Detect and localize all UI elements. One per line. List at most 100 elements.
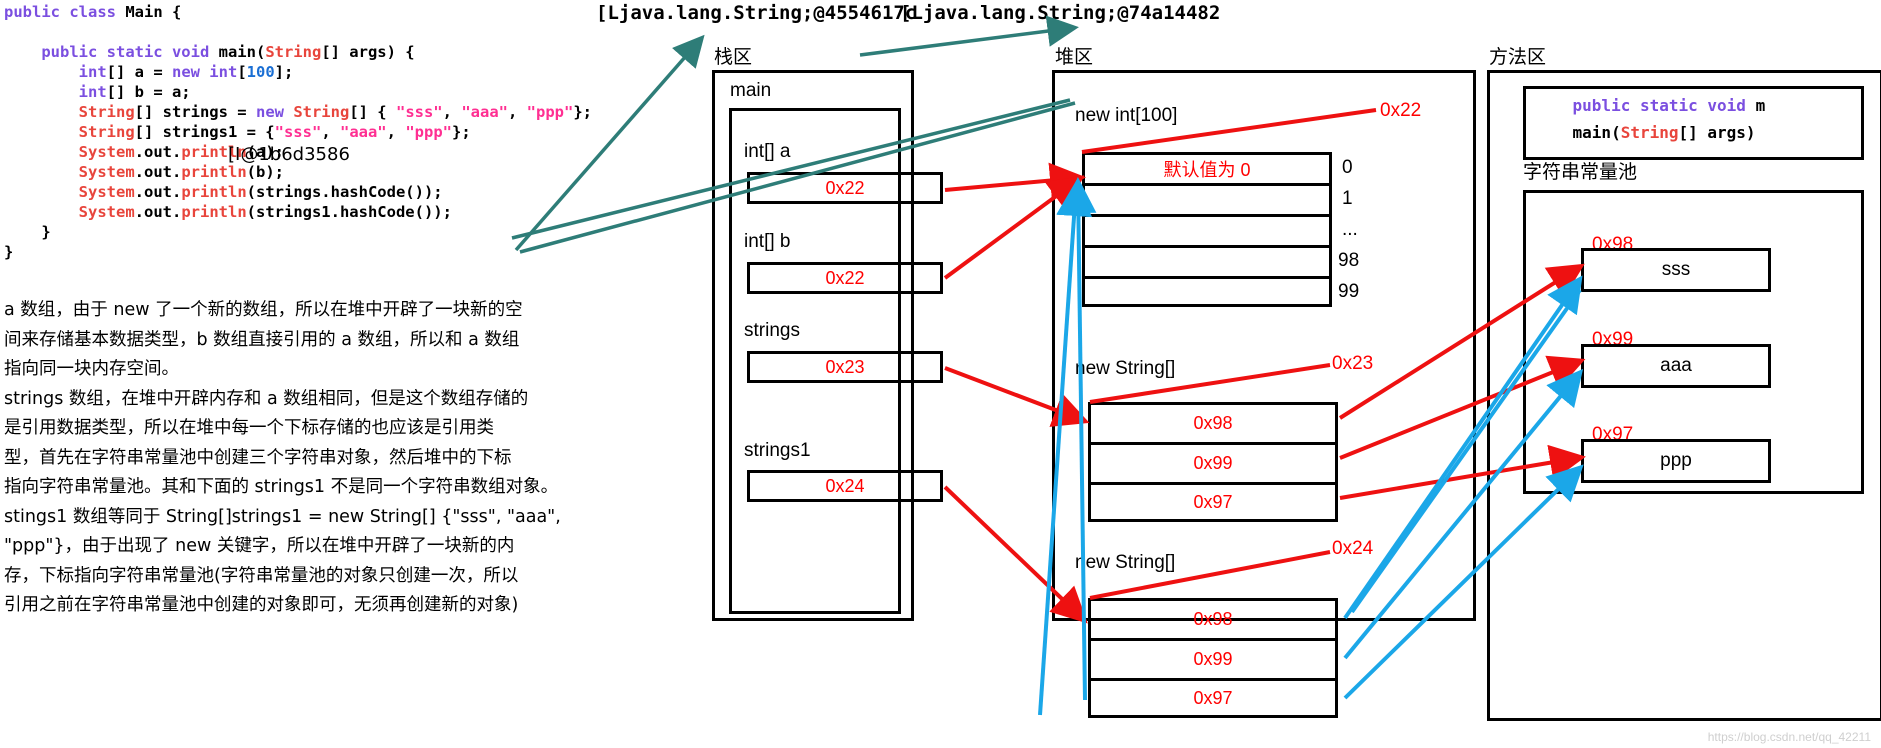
code-token: .out. xyxy=(134,183,182,201)
code-token: 100 xyxy=(246,63,275,81)
heap-index-2: ... xyxy=(1342,219,1358,240)
code-line: } xyxy=(4,222,584,242)
code-line: System.out.println(strings.hashCode()); xyxy=(4,182,584,202)
pool-value-0: sss xyxy=(1581,248,1771,292)
code-token: new int xyxy=(171,63,238,81)
code-token: main xyxy=(218,43,256,61)
code-token: .out. xyxy=(134,143,182,161)
stack-frame-label: main xyxy=(730,80,772,101)
heap-index-4: 99 xyxy=(1338,281,1360,302)
code-token: "sss" xyxy=(395,103,443,121)
code-line: } xyxy=(4,242,584,262)
strings1-hashcode-label: [Ljava.lang.String;@74a14482 xyxy=(900,2,1221,24)
explanation-line: strings 数组，在堆中开辟内存和 a 数组相同，但是这个数组存储的 xyxy=(4,388,529,409)
code-line: public static void m xyxy=(1534,92,1766,119)
explanation-line: 指向同一块内存空间。 xyxy=(4,359,179,379)
explanation-line: a 数组，由于 new 了一个新的数组，所以在堆中开辟了一块新的空 xyxy=(4,300,523,320)
code-token: Main xyxy=(125,3,163,21)
heap-string-cell-1: 0x99 xyxy=(1088,442,1338,482)
code-token: println xyxy=(181,203,247,221)
code-token: , xyxy=(508,103,527,121)
heap-int-cell-3 xyxy=(1082,245,1332,276)
code-token: (strings1.hashCode()); xyxy=(246,203,452,221)
stack-region-title: 栈区 xyxy=(714,46,753,68)
pool-value-2: ppp xyxy=(1581,439,1771,483)
code-token: , xyxy=(321,123,340,141)
code-line: System.out.println(strings1.hashCode()); xyxy=(4,202,584,222)
explanation-line: 引用之前在字符串常量池中创建的对象即可，无须再创建新的对象) xyxy=(4,595,519,615)
code-token: "ppp" xyxy=(405,123,452,141)
code-token: new xyxy=(255,103,294,121)
heap-int-cell-0: 默认值为 0 xyxy=(1082,152,1332,183)
code-token: .out. xyxy=(134,203,182,221)
heap-string1-cell-2: 0x97 xyxy=(1088,678,1338,718)
code-token: , xyxy=(442,103,462,121)
explanation-line: "ppp"}，由于出现了 new 关键字，所以在堆中开辟了一块新的内 xyxy=(4,536,515,556)
explanation-paragraphs: a 数组，由于 new 了一个新的数组，所以在堆中开辟了一块新的空 间来存储基本数… xyxy=(4,296,614,621)
explanation-line: 型，首先在字符串常量池中创建三个字符串对象，然后堆中的下标 xyxy=(4,447,512,468)
explanation-line: 指向字符串常量池。其和下面的 strings1 不是同一个字符串数组对象。 xyxy=(4,477,559,497)
code-token: public static void xyxy=(1534,96,1756,115)
code-token: int xyxy=(4,83,107,101)
code-token: println xyxy=(181,163,247,181)
method-area-title: 方法区 xyxy=(1489,46,1547,68)
heap-index-3: 98 xyxy=(1338,250,1360,271)
code-token: [] { xyxy=(349,103,396,121)
code-token: public class xyxy=(4,3,126,21)
code-token: System xyxy=(4,163,135,181)
strings-hashcode-label: [Ljava.lang.String;@4554617c xyxy=(596,2,917,24)
code-token: "aaa" xyxy=(339,123,387,141)
code-token: String xyxy=(265,43,322,61)
heap-object-address-1: 0x23 xyxy=(1332,353,1374,374)
code-token: println xyxy=(181,183,247,201)
code-token: (b); xyxy=(246,163,284,181)
code-line: String[] strings = new String[] { "sss",… xyxy=(4,102,592,122)
method-area-code: public static void m main(String[] args) xyxy=(1534,92,1766,146)
code-token: [] strings = xyxy=(134,103,256,121)
pool-value-1: aaa xyxy=(1581,344,1771,388)
explanation-line: 是引用数据类型，所以在堆中每一个下标存储的也应该是引用类 xyxy=(4,418,494,438)
explanation-line: stings1 数组等同于 String[]strings1 = new Str… xyxy=(4,506,561,527)
code-token: ( xyxy=(255,43,266,61)
code-token: "sss" xyxy=(274,123,322,141)
console-output-int-array: [I@1b6d3586 xyxy=(228,144,350,165)
code-token: [] strings1 = { xyxy=(134,123,275,141)
heap-int-cell-1 xyxy=(1082,183,1332,214)
code-line: String[] strings1 = {"sss", "aaa", "ppp"… xyxy=(4,122,584,142)
code-line: System.out.println(b); xyxy=(4,162,584,182)
stack-var-name-3: strings1 xyxy=(744,440,811,461)
code-token: (strings.hashCode()); xyxy=(246,183,443,201)
code-token: int xyxy=(4,63,107,81)
code-token: } xyxy=(4,223,51,241)
code-token: [] a = xyxy=(106,63,172,81)
stack-var-name-1: int[] b xyxy=(744,231,791,252)
code-token: m xyxy=(1755,96,1766,115)
code-token: System xyxy=(4,183,135,201)
code-token: , xyxy=(386,123,406,141)
java-source-code: public class Main { public static void m… xyxy=(4,2,592,262)
code-line: main(String[] args) xyxy=(1534,119,1765,146)
code-token: String xyxy=(4,103,135,121)
code-token: String xyxy=(1620,123,1679,142)
code-token: }; xyxy=(452,123,471,141)
code-token: main( xyxy=(1534,123,1621,142)
heap-string1-cell-1: 0x99 xyxy=(1088,638,1338,678)
heap-region-title: 堆区 xyxy=(1055,46,1094,68)
stack-var-value-0: 0x22 xyxy=(747,172,943,204)
code-token: .out. xyxy=(134,163,182,181)
code-token: }; xyxy=(573,103,593,121)
code-token: System xyxy=(4,203,135,221)
stack-var-value-3: 0x24 xyxy=(747,470,943,502)
stack-var-name-2: strings xyxy=(744,320,800,341)
code-token: String xyxy=(4,123,135,141)
code-token: } xyxy=(4,243,14,261)
heap-index-1: 1 xyxy=(1342,188,1353,209)
heap-object-label-1: new String[] xyxy=(1075,358,1176,379)
heap-object-address-0: 0x22 xyxy=(1380,100,1422,121)
code-token: public static void xyxy=(4,43,219,61)
heap-int-cell-2 xyxy=(1082,214,1332,245)
heap-string-cell-0: 0x98 xyxy=(1088,402,1338,442)
heap-string-cell-2: 0x97 xyxy=(1088,482,1338,522)
code-line: public class Main { xyxy=(4,2,584,22)
code-token: "ppp" xyxy=(526,103,574,121)
